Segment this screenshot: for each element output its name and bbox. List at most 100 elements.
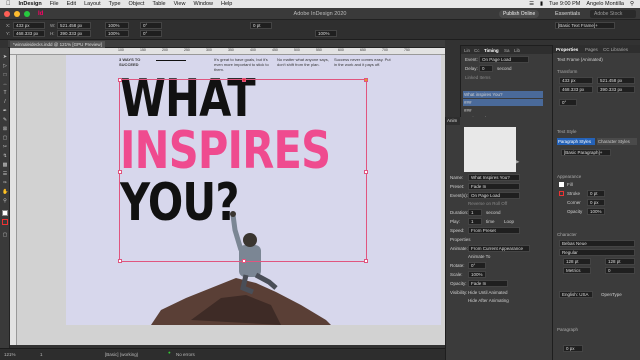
preset-select[interactable]: Fade In [468,183,520,190]
vertical-ruler[interactable] [10,55,17,345]
rectangle-frame-tool-icon[interactable]: ⊠ [2,126,8,132]
menu-help[interactable]: Help [217,1,236,7]
battery-icon[interactable]: ▮ [540,1,543,7]
scissors-tool-icon[interactable]: ✂ [2,144,8,150]
zoom-level[interactable]: 121% [4,352,16,357]
resize-handle[interactable] [118,78,122,82]
direct-selection-tool-icon[interactable]: ▷ [2,63,8,69]
preflight-status[interactable]: No errors [176,352,195,357]
fill-swatch-icon[interactable] [2,210,8,216]
menu-window[interactable]: Window [189,1,217,7]
object-style-select[interactable]: [Basic Text Frame]+ [555,22,615,29]
prop-h-field[interactable]: 390.333 px [597,86,635,93]
prop-y-field[interactable]: 468.333 px [559,86,593,93]
font-style-select[interactable]: Regular [559,249,635,256]
paragraph-section[interactable]: Paragraph [557,327,578,332]
minimize-window-icon[interactable] [14,10,20,17]
apple-icon[interactable]:  [0,1,15,7]
line-tool-icon[interactable]: / [2,99,8,105]
delay-field[interactable]: 0 [479,65,493,72]
corner-field[interactable]: 0 px [587,199,605,206]
menu-layout[interactable]: Layout [80,1,105,7]
timing-list-item[interactable]: What inspires You? [463,91,543,98]
transform-section[interactable]: Transform [557,69,577,74]
rectangle-tool-icon[interactable]: ▢ [2,135,8,141]
animation-tab[interactable]: Anim [446,117,460,125]
tab-libraries[interactable]: Lib [514,48,520,53]
free-transform-tool-icon[interactable]: ↯ [2,153,8,159]
note-tool-icon[interactable]: ☰ [2,171,8,177]
resize-handle[interactable] [118,259,122,263]
opacity-field[interactable]: 100% [315,30,337,37]
resize-handle[interactable] [242,78,246,82]
play-field[interactable]: 1 [468,218,482,225]
type-tool-icon[interactable]: T [2,90,8,96]
tab-timing[interactable]: Timing [484,48,499,53]
resize-handle[interactable] [364,170,368,174]
menu-view[interactable]: View [170,1,190,7]
stroke-swatch-icon[interactable] [2,219,8,225]
animation-name-field[interactable]: What Inspires You? [468,174,520,181]
maximize-window-icon[interactable] [24,10,30,17]
menu-edit[interactable]: Edit [63,1,80,7]
tracking-field[interactable]: 0 [605,267,635,274]
tab-properties[interactable]: Properties [556,47,578,52]
pencil-tool-icon[interactable]: ✎ [2,117,8,123]
user-name[interactable]: Angelo Montilla [586,1,624,7]
hide-after-animating-checkbox[interactable]: Hide After Animating [468,298,509,303]
fill-swatch-icon[interactable] [559,182,564,187]
page-tool-icon[interactable]: □ [2,72,8,78]
horizontal-ruler[interactable]: 100 150 200 250 300 350 400 450 500 550 … [10,48,445,55]
scale-y-field[interactable]: 100% [105,30,129,37]
properties-section[interactable]: Properties [450,237,471,242]
preflight-profile[interactable]: [Basic] (working) [105,352,138,357]
menu-table[interactable]: Table [148,1,169,7]
menu-type[interactable]: Type [105,1,125,7]
font-family-select[interactable]: Bebas Neue [559,240,635,247]
speed-select[interactable]: From Preset [468,227,520,234]
resize-handle[interactable] [242,259,246,263]
hide-until-animated-checkbox[interactable]: Hide Until Animated [468,290,508,295]
font-size-field[interactable]: 128 pt [563,258,591,265]
eyedropper-tool-icon[interactable]: ✑ [2,180,8,186]
page-number[interactable]: 1 [40,352,43,357]
prop-w-field[interactable]: 521.458 px [597,77,635,84]
close-window-icon[interactable] [4,10,10,17]
scale-field[interactable]: 100% [468,271,486,278]
tab-cc[interactable]: Cc [474,48,480,53]
appearance-section[interactable]: Appearance [557,174,581,179]
kerning-field[interactable]: Metrics [563,267,591,274]
document-tab[interactable]: *winnaleidecks.indd @ 121% [GPU Preview] [10,41,105,48]
opentype-button[interactable]: OpenType [601,292,622,297]
wifi-icon[interactable]: ☰ [529,1,534,7]
publish-online-button[interactable]: Publish Online [499,10,540,18]
y-field[interactable]: 468.333 px [13,30,45,37]
tab-links[interactable]: Lin [464,48,470,53]
resize-handle[interactable] [118,170,122,174]
event-select[interactable]: On Page Load [479,56,529,63]
prop-rotate-field[interactable]: 0° [559,99,577,106]
scale-x-field[interactable]: 100% [105,22,129,29]
language-select[interactable]: English: USA [559,291,593,298]
zoom-tool-icon[interactable]: ⚲ [2,198,8,204]
clock[interactable]: Tue 9:00 PM [549,1,580,7]
app-menu[interactable]: InDesign [15,1,46,7]
rotate-field[interactable]: 0° [468,262,486,269]
shear-field[interactable]: 0° [140,30,162,37]
search-icon[interactable]: ⚲ [630,1,634,7]
menu-object[interactable]: Object [125,1,149,7]
x-field[interactable]: 433 px [13,22,45,29]
timing-list-item[interactable]: ### [463,107,543,114]
resize-handle[interactable] [364,259,368,263]
resize-handle[interactable] [364,78,368,82]
preview-play-icon[interactable]: ▶ [516,159,519,165]
height-field[interactable]: 390.333 px [57,30,91,37]
selection-tool-icon[interactable]: ➤ [2,54,8,60]
loop-checkbox[interactable]: Loop [504,219,514,224]
character-styles-tab[interactable]: Character Styles [597,138,637,145]
workspace-switcher[interactable]: Essentials [555,10,580,18]
character-section[interactable]: Character [557,232,577,237]
rotate-field[interactable]: 0° [140,22,162,29]
menu-file[interactable]: File [46,1,63,7]
paragraph-style-select[interactable]: [Basic Paragraph]+ [561,149,611,156]
